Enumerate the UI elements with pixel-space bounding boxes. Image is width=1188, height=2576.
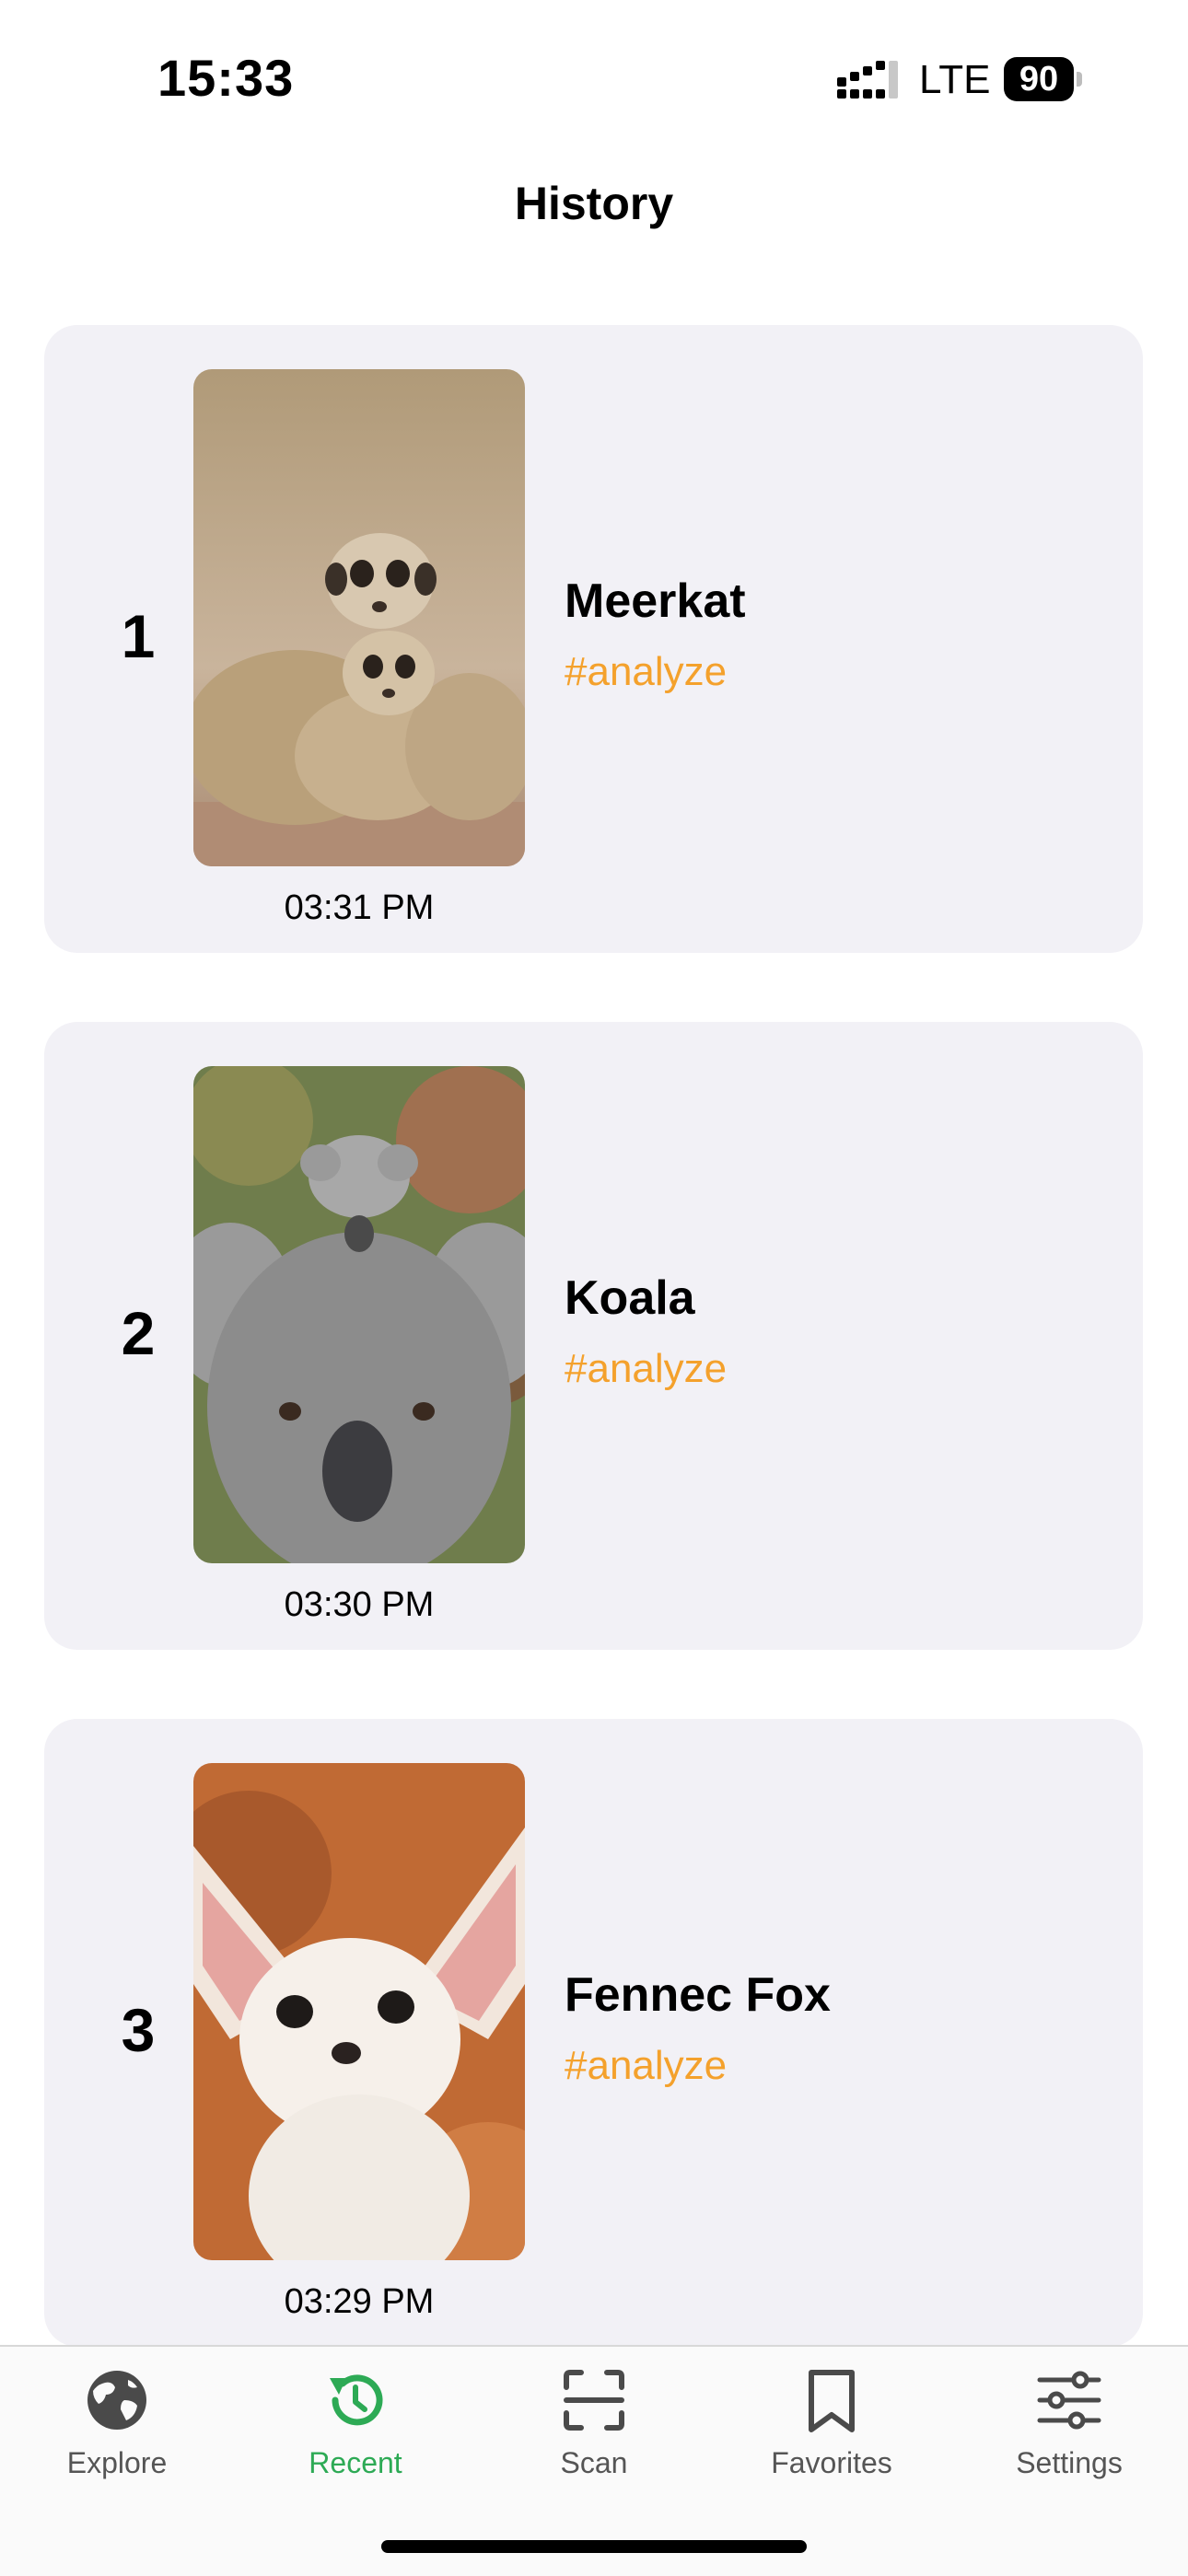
analyze-tag[interactable]: #analyze bbox=[565, 649, 727, 695]
tab-label: Recent bbox=[309, 2446, 402, 2479]
analyze-tag[interactable]: #analyze bbox=[565, 1346, 727, 1392]
history-timestamp: 03:30 PM bbox=[284, 1585, 435, 1624]
animal-name: Koala bbox=[565, 1271, 695, 1325]
bookmark-icon bbox=[809, 2370, 855, 2432]
koala-photo[interactable] bbox=[193, 1066, 525, 1563]
status-time: 15:33 bbox=[157, 49, 295, 107]
network-type: LTE bbox=[919, 57, 991, 102]
globe-icon bbox=[87, 2371, 146, 2430]
history-timestamp: 03:31 PM bbox=[284, 888, 435, 927]
fennec-fox-photo[interactable] bbox=[193, 1763, 525, 2260]
tab-explore[interactable]: Explore bbox=[25, 2347, 209, 2503]
analyze-tag[interactable]: #analyze bbox=[565, 2043, 727, 2089]
history-rank: 3 bbox=[121, 1996, 156, 2064]
history-icon bbox=[330, 2374, 383, 2426]
home-indicator[interactable] bbox=[381, 2540, 807, 2553]
animal-name: Meerkat bbox=[565, 574, 746, 628]
cellular-signal-icon bbox=[837, 61, 898, 99]
scan-icon bbox=[564, 2370, 624, 2431]
sliders-icon bbox=[1037, 2371, 1101, 2430]
battery-icon: 90 bbox=[1004, 57, 1083, 101]
status-bar: 15:33 LTE 90 bbox=[0, 0, 1188, 138]
animal-name: Fennec Fox bbox=[565, 1968, 831, 2022]
history-timestamp: 03:29 PM bbox=[284, 2282, 435, 2321]
history-rank: 1 bbox=[121, 602, 156, 670]
history-rank: 2 bbox=[121, 1299, 156, 1367]
history-card[interactable]: 2 03:30 PM Koala #analyze bbox=[44, 1022, 1143, 1650]
tab-favorites[interactable]: Favorites bbox=[740, 2347, 924, 2503]
tab-label: Scan bbox=[560, 2446, 628, 2479]
tab-scan[interactable]: Scan bbox=[502, 2347, 686, 2503]
tab-label: Explore bbox=[66, 2446, 168, 2479]
meerkat-photo[interactable] bbox=[193, 369, 525, 866]
battery-level: 90 bbox=[1004, 57, 1074, 101]
history-card[interactable]: 3 03:29 PM Fennec Fox #analyze bbox=[44, 1719, 1143, 2347]
tab-label: Settings bbox=[1016, 2446, 1123, 2479]
tab-label: Favorites bbox=[771, 2446, 892, 2479]
page-title: History bbox=[514, 178, 674, 229]
tab-settings[interactable]: Settings bbox=[977, 2347, 1161, 2503]
tab-recent[interactable]: Recent bbox=[263, 2347, 448, 2503]
history-card[interactable]: 1 03:31 PM Meerkat #analyze bbox=[44, 325, 1143, 953]
